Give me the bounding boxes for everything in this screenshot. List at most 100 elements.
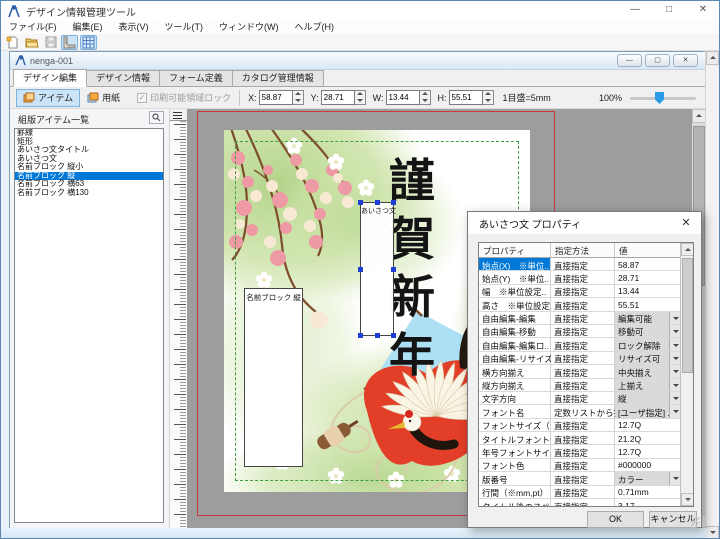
- save-icon[interactable]: [42, 35, 59, 50]
- property-name-cell-16[interactable]: 版番号: [479, 472, 551, 485]
- menu-item-4[interactable]: ウィンドウ(W): [211, 21, 287, 34]
- property-name-cell-9[interactable]: 縦方向揃え: [479, 379, 551, 392]
- property-row-11[interactable]: フォント名定数リストから指定[ユーザ指定] ..: [479, 405, 693, 418]
- new-document-icon[interactable]: [4, 35, 21, 50]
- list-item-7[interactable]: 名前ブロック 横130: [15, 189, 163, 198]
- property-name-cell-13[interactable]: タイトルフォントサイ..: [479, 432, 551, 445]
- tab-0[interactable]: デザイン編集: [13, 69, 87, 87]
- scroll-up-icon[interactable]: [692, 109, 706, 123]
- property-name-cell-10[interactable]: 文字方向: [479, 392, 551, 405]
- ok-button[interactable]: OK: [587, 511, 644, 528]
- list-item-0[interactable]: 罫線: [15, 129, 163, 138]
- selection-handle-w[interactable]: [358, 267, 363, 272]
- open-folder-icon[interactable]: [23, 35, 40, 50]
- property-value-cell-11[interactable]: [ユーザ指定] ..: [615, 405, 681, 418]
- print-area-lock-checkbox[interactable]: ✓: [137, 93, 147, 103]
- property-name-cell-15[interactable]: フォント色: [479, 459, 551, 472]
- selection-handle-sw[interactable]: [358, 333, 363, 338]
- document-restore-button[interactable]: ▢: [645, 54, 670, 67]
- workspace-scroll-up-icon[interactable]: [706, 51, 719, 65]
- menu-item-2[interactable]: 表示(V): [111, 21, 157, 34]
- property-name-cell-18[interactable]: タイトル後のスペ..: [479, 499, 551, 507]
- property-row-18[interactable]: タイトル後のスペ..直接指定3.17..: [479, 499, 693, 507]
- property-name-cell-11[interactable]: フォント名: [479, 405, 551, 418]
- property-value-cell-18[interactable]: 3.17..: [615, 499, 681, 507]
- window-close-button[interactable]: ✕: [687, 1, 719, 21]
- property-value-cell-15[interactable]: #000000: [615, 459, 681, 472]
- property-value-cell-3[interactable]: 55.51: [615, 298, 681, 311]
- property-name-cell-5[interactable]: 自由編集-移動: [479, 325, 551, 338]
- coord-input-3[interactable]: [449, 90, 483, 105]
- paper-mode-button[interactable]: 用紙: [80, 89, 127, 107]
- property-name-cell-1[interactable]: 始点(Y) ※単位..: [479, 271, 551, 284]
- menu-item-5[interactable]: ヘルプ(H): [287, 21, 343, 34]
- coord-input-0[interactable]: [259, 90, 293, 105]
- property-name-cell-0[interactable]: 始点(X) ※単位..: [479, 258, 551, 271]
- selection-handle-s[interactable]: [375, 333, 380, 338]
- spinner-icon-0[interactable]: [293, 90, 304, 105]
- menu-item-0[interactable]: ファイル(F): [1, 21, 65, 34]
- property-name-cell-12[interactable]: フォントサイズ（※pt..: [479, 419, 551, 432]
- property-row-9[interactable]: 縦方向揃え直接指定上揃え: [479, 379, 693, 392]
- selection-handle-ne[interactable]: [391, 200, 396, 205]
- property-row-2[interactable]: 幅 ※単位設定..直接指定13.44: [479, 285, 693, 298]
- name-block[interactable]: 名前ブロック 縦: [244, 288, 303, 467]
- window-maximize-button[interactable]: □: [653, 1, 685, 21]
- property-name-cell-7[interactable]: 自由編集-リサイズ: [479, 352, 551, 365]
- property-value-cell-9[interactable]: 上揃え: [615, 379, 681, 392]
- property-name-cell-14[interactable]: 年号フォントサイズ..: [479, 445, 551, 458]
- property-row-16[interactable]: 版番号直接指定カラー: [479, 472, 693, 485]
- document-minimize-button[interactable]: —: [617, 54, 642, 67]
- zoom-slider[interactable]: [630, 91, 696, 105]
- coord-input-2[interactable]: [386, 90, 420, 105]
- property-name-cell-8[interactable]: 横方向揃え: [479, 365, 551, 378]
- property-value-cell-1[interactable]: 28.71: [615, 271, 681, 284]
- menu-item-3[interactable]: ツール(T): [157, 21, 212, 34]
- item-mode-button[interactable]: アイテム: [16, 89, 80, 107]
- property-row-8[interactable]: 横方向揃え直接指定中央揃え: [479, 365, 693, 378]
- property-row-6[interactable]: 自由編集-編集ロ..直接指定ロック解除: [479, 338, 693, 351]
- workspace-vertical-scrollbar[interactable]: [705, 51, 719, 539]
- selection-handle-nw[interactable]: [358, 200, 363, 205]
- spinner-icon-1[interactable]: [355, 90, 366, 105]
- document-close-button[interactable]: ✕: [673, 54, 698, 67]
- dialog-resize-grip[interactable]: [691, 517, 700, 526]
- cancel-button[interactable]: キャンセル: [649, 511, 697, 528]
- zoom-slider-thumb[interactable]: [655, 92, 664, 104]
- tab-1[interactable]: デザイン情報: [86, 70, 160, 86]
- spinner-icon-2[interactable]: [420, 90, 431, 105]
- property-value-cell-10[interactable]: 縦: [615, 392, 681, 405]
- dialog-table-scrollbar[interactable]: [680, 243, 693, 506]
- dialog-close-icon[interactable]: ✕: [677, 215, 695, 231]
- ruler-icon[interactable]: [61, 35, 78, 50]
- property-row-0[interactable]: 始点(X) ※単位..直接指定58.87: [479, 258, 693, 271]
- window-minimize-button[interactable]: —: [619, 1, 651, 21]
- property-row-14[interactable]: 年号フォントサイズ..直接指定12.7Q: [479, 445, 693, 458]
- property-value-cell-13[interactable]: 21.2Q: [615, 432, 681, 445]
- property-name-cell-4[interactable]: 自由編集-編集: [479, 312, 551, 325]
- property-row-12[interactable]: フォントサイズ（※pt..直接指定12.7Q: [479, 419, 693, 432]
- coord-input-1[interactable]: [321, 90, 355, 105]
- property-value-cell-2[interactable]: 13.44: [615, 285, 681, 298]
- table-scroll-up-icon[interactable]: [681, 243, 694, 256]
- property-value-cell-16[interactable]: カラー: [615, 472, 681, 485]
- property-value-cell-0[interactable]: 58.87: [615, 258, 681, 271]
- ruler-options-icon[interactable]: [170, 109, 187, 121]
- grid-icon[interactable]: [80, 35, 97, 50]
- property-row-15[interactable]: フォント色直接指定#000000: [479, 459, 693, 472]
- property-value-cell-17[interactable]: 0.71mm: [615, 486, 681, 499]
- property-row-1[interactable]: 始点(Y) ※単位..直接指定28.71: [479, 271, 693, 284]
- tab-2[interactable]: フォーム定義: [159, 70, 233, 86]
- selection-handle-n[interactable]: [375, 200, 380, 205]
- property-value-cell-4[interactable]: 編集可能: [615, 312, 681, 325]
- property-row-7[interactable]: 自由編集-リサイズ直接指定リサイズ可: [479, 352, 693, 365]
- property-row-3[interactable]: 高さ ※単位設定...直接指定55.51: [479, 298, 693, 311]
- property-value-cell-12[interactable]: 12.7Q: [615, 419, 681, 432]
- selection-handle-se[interactable]: [391, 333, 396, 338]
- property-value-cell-8[interactable]: 中央揃え: [615, 365, 681, 378]
- property-row-13[interactable]: タイトルフォントサイ..直接指定21.2Q: [479, 432, 693, 445]
- workspace-scroll-down-icon[interactable]: [706, 526, 719, 539]
- property-value-cell-5[interactable]: 移動可: [615, 325, 681, 338]
- property-name-cell-2[interactable]: 幅 ※単位設定..: [479, 285, 551, 298]
- property-value-cell-7[interactable]: リサイズ可: [615, 352, 681, 365]
